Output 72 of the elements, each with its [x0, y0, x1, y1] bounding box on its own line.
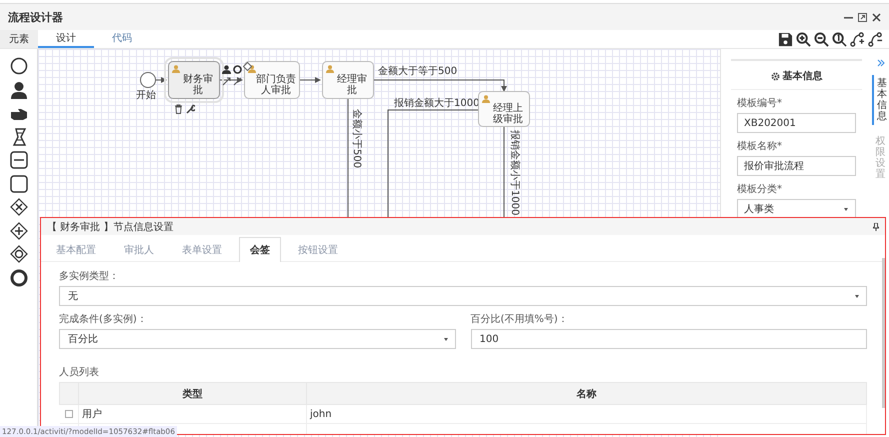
connector-arrow	[300, 77, 321, 83]
caret-icon	[855, 295, 859, 298]
start-event[interactable]	[140, 72, 156, 88]
user-icon	[326, 65, 334, 73]
task-label: 部门负责人审批	[255, 74, 297, 96]
task-label: 经理审批	[336, 74, 368, 96]
select-field[interactable]: 无	[59, 286, 867, 306]
user-icon[interactable]	[10, 80, 28, 98]
editor-tab[interactable]: 设计	[38, 30, 94, 48]
column-header: 名称	[306, 382, 866, 404]
node-label: 开始	[136, 89, 156, 102]
section-label: 人员列表	[59, 366, 100, 379]
connector-remove-icon[interactable]	[868, 32, 883, 46]
input-field[interactable]: 报价审批流程	[737, 156, 856, 176]
zoom-out-icon[interactable]	[814, 32, 829, 46]
caret-icon	[444, 338, 448, 341]
field-label: 多实例类型：	[59, 270, 120, 283]
user-icon[interactable]	[222, 65, 231, 74]
connect-arrow-icon[interactable]	[222, 77, 231, 86]
field-label: 模板名称*	[737, 140, 783, 153]
pin-icon[interactable]	[873, 222, 879, 230]
edge-label: 金额大于等于500	[378, 66, 458, 77]
gear-icon	[770, 72, 780, 80]
field-label: 模板编号*	[737, 96, 783, 110]
task-node[interactable]: 经理上级审批	[478, 91, 530, 127]
connect-line-icon[interactable]	[233, 77, 242, 86]
task-label: 财务审批	[182, 74, 214, 96]
edge-label: 金额小于500	[351, 109, 362, 168]
task-icon[interactable]	[10, 174, 28, 192]
select-field[interactable]: 百分比	[59, 329, 456, 349]
parallel-gateway-icon[interactable]	[10, 222, 28, 240]
gateway-icon[interactable]	[243, 62, 252, 71]
field-label: 百分比(不用填%号)：	[470, 312, 569, 326]
maximize-icon[interactable]	[858, 12, 867, 22]
side-tab[interactable]: 基本信息	[872, 75, 889, 125]
save-icon[interactable]	[778, 32, 793, 46]
zoom-in-icon[interactable]	[796, 32, 811, 46]
palette-header: 元素	[0, 30, 38, 48]
user-icon	[248, 65, 256, 73]
field-label: 模板分类*	[737, 182, 783, 196]
table-cell: 用户	[78, 404, 306, 424]
row-checkbox[interactable]	[64, 410, 73, 418]
connector-arrow	[220, 77, 243, 83]
trash-icon[interactable]	[174, 104, 183, 114]
field-label: 完成条件(多实例)：	[59, 312, 148, 326]
wrench-icon[interactable]	[186, 104, 195, 114]
connector-add-icon[interactable]	[850, 32, 865, 46]
caret-icon	[844, 208, 848, 211]
window-title: 流程设计器	[8, 10, 63, 24]
task-label: 经理上级审批	[492, 102, 524, 124]
input-field[interactable]: XB202001	[737, 113, 856, 133]
task-node[interactable]: 经理审批	[322, 61, 374, 99]
close-icon[interactable]	[872, 12, 881, 22]
table-cell: john	[306, 404, 866, 424]
inclusive-gateway-icon[interactable]	[10, 245, 28, 263]
connector-arrow	[156, 77, 167, 83]
user-icon	[172, 65, 180, 73]
input-field[interactable]: 100	[470, 329, 867, 349]
edge-label: 报销金额小于1000	[509, 130, 520, 216]
panel-title: 【 财务审批 】节点信息设置	[47, 220, 174, 234]
start-event-icon[interactable]	[10, 57, 28, 75]
end-event-icon[interactable]	[233, 65, 242, 74]
user-icon	[482, 95, 490, 103]
task-node[interactable]: 部门负责人审批	[244, 61, 300, 99]
zoom-reset-icon[interactable]	[832, 32, 847, 46]
expand-icon[interactable]	[876, 59, 884, 67]
column-header: 类型	[78, 382, 306, 404]
subprocess-icon[interactable]	[10, 151, 28, 169]
panel-title: 基本信息	[782, 70, 822, 83]
panel-tab[interactable]: 会签	[239, 237, 281, 262]
end-event-icon[interactable]	[10, 268, 28, 286]
exclusive-gateway-icon[interactable]	[10, 198, 28, 216]
